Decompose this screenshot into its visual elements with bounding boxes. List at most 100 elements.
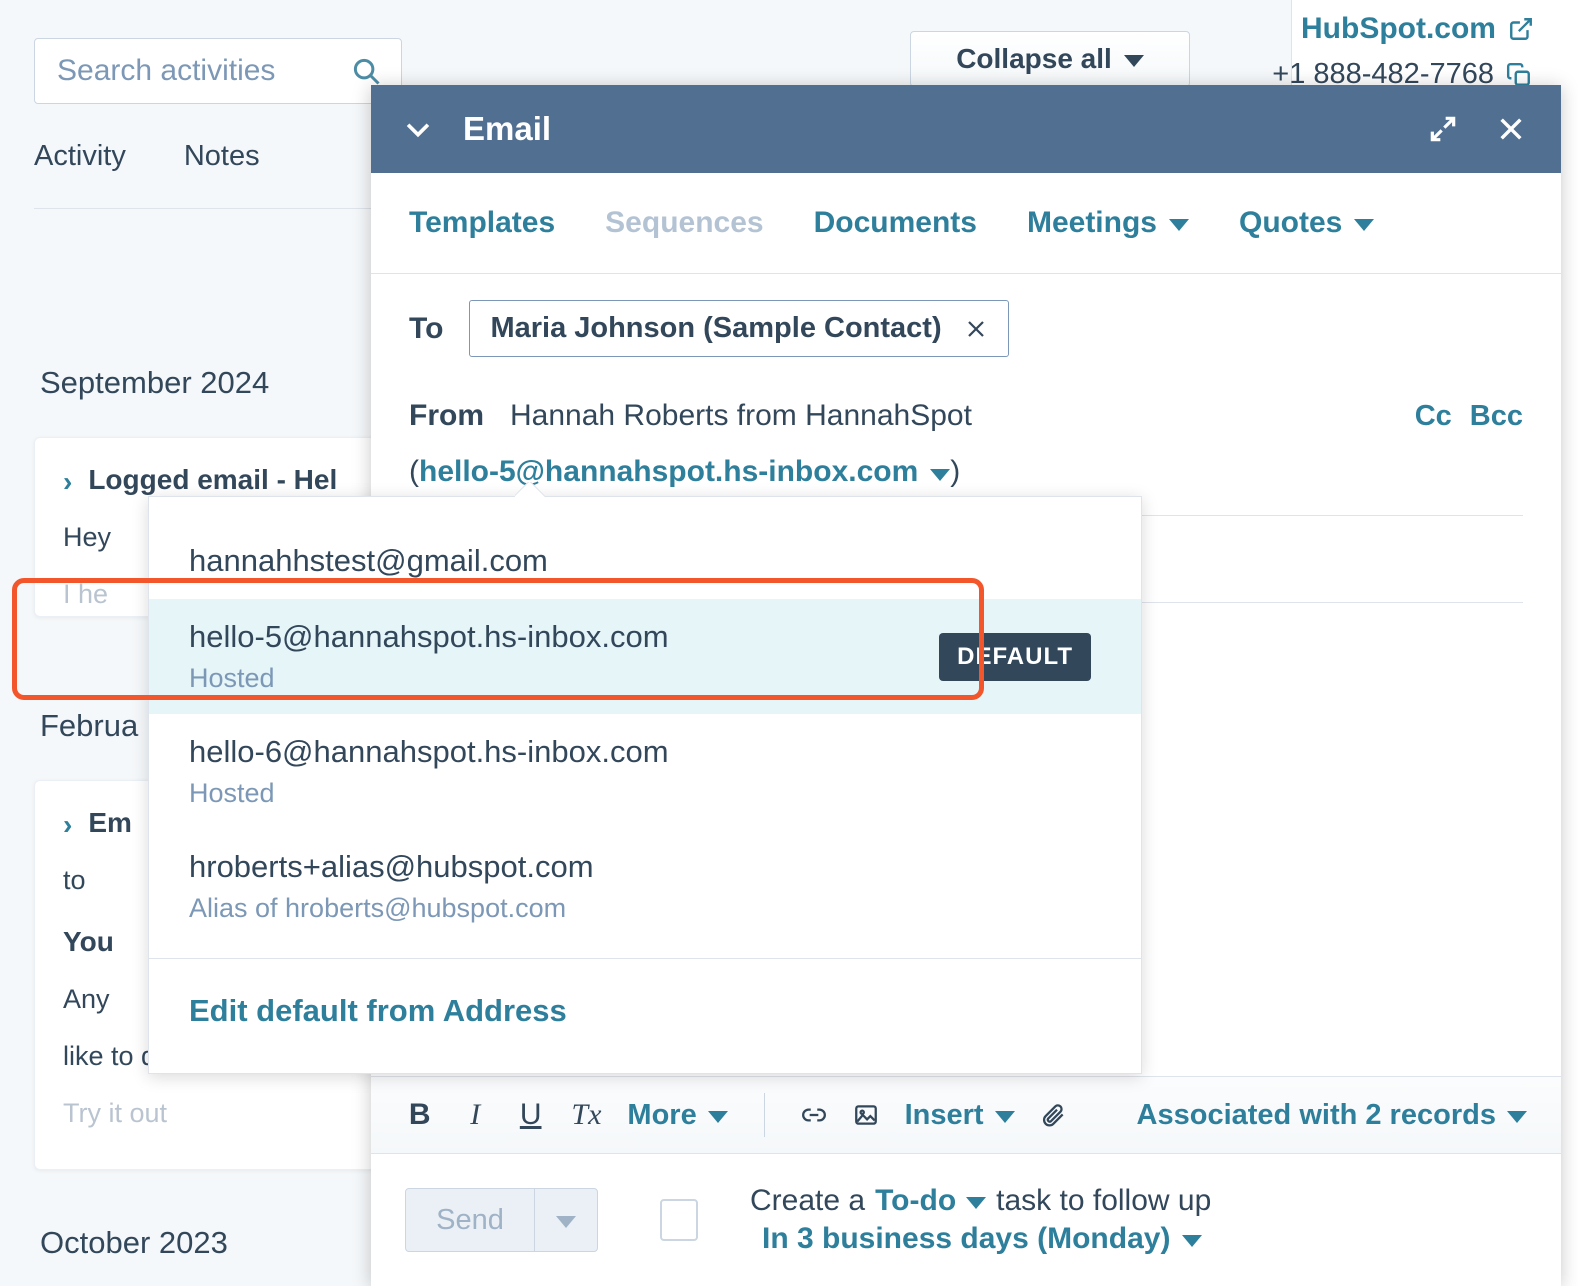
send-button[interactable]: Send	[406, 1189, 535, 1251]
timeline-month-header: Februa	[40, 708, 139, 743]
composer-tool-tabs[interactable]: Templates Sequences Documents Meetings Q…	[371, 173, 1561, 274]
tool-sequences-label: Sequences	[605, 206, 764, 239]
from-address-option-email: hroberts+alias@hubspot.com	[189, 849, 594, 884]
timeline-entry-title: Logged email - Hel	[88, 464, 338, 495]
followup-type-button[interactable]: To-do	[875, 1184, 956, 1218]
default-badge: DEFAULT	[939, 632, 1091, 681]
tool-quotes[interactable]: Quotes	[1238, 206, 1375, 240]
editor-format-toolbar[interactable]: B I U Tx More Insert Associated with 2 r…	[371, 1076, 1561, 1153]
collapse-all-button[interactable]: Collapse all	[910, 31, 1190, 87]
associated-records-label: Associated with 2 records	[1136, 1098, 1496, 1131]
from-field-label: From	[409, 399, 484, 432]
external-link-icon	[1510, 18, 1532, 40]
bold-button[interactable]: B	[405, 1098, 434, 1132]
chevron-down-icon	[1123, 55, 1144, 67]
recipient-chip[interactable]: Maria Johnson (Sample Contact)	[469, 300, 1009, 357]
composer-title: Email	[463, 110, 552, 147]
cc-bcc-group[interactable]: Cc Bcc	[1415, 400, 1523, 433]
close-paren: )	[950, 455, 961, 488]
tool-documents-label: Documents	[813, 206, 977, 239]
copy-icon[interactable]	[1506, 62, 1532, 88]
followup-task-checkbox[interactable]	[660, 1199, 698, 1241]
timeline-entry-title: Em	[88, 807, 132, 838]
followup-task-text: Create a To-do task to follow up In 3 bu…	[750, 1184, 1211, 1256]
from-address-option-subtitle: Hosted	[189, 778, 275, 808]
from-address-option[interactable]: hello-6@hannahspot.hs-inbox.com Hosted	[149, 714, 1141, 829]
to-field-row[interactable]: To Maria Johnson (Sample Contact)	[409, 274, 1523, 373]
from-address-option-text: hannahhstest@gmail.com	[189, 543, 1101, 579]
search-icon	[353, 58, 380, 85]
from-address-option[interactable]: hroberts+alias@hubspot.com Alias of hrob…	[149, 829, 1141, 944]
send-button-group[interactable]: Send	[405, 1188, 598, 1252]
to-field-label: To	[409, 311, 444, 345]
paperclip-icon[interactable]	[1041, 1100, 1067, 1130]
tool-sequences[interactable]: Sequences	[605, 206, 763, 240]
insert-label: Insert	[904, 1098, 984, 1131]
dropdown-caret-icon	[515, 482, 545, 497]
hubspot-website-label: HubSpot.com	[1301, 12, 1496, 45]
more-format-button[interactable]: More	[627, 1098, 728, 1132]
tool-documents[interactable]: Documents	[814, 206, 977, 240]
from-address-option-text: hello-6@hannahspot.hs-inbox.com Hosted	[189, 734, 1101, 809]
activity-tabs[interactable]: Activity Notes	[34, 140, 260, 189]
timeline-entry-line: Try it out	[63, 1098, 168, 1128]
followup-due-label: In 3 business days (Monday)	[762, 1222, 1171, 1255]
close-icon[interactable]	[1495, 113, 1527, 145]
from-address-dropdown[interactable]: hannahhstest@gmail.com hello-5@hannahspo…	[148, 496, 1142, 1074]
cc-button[interactable]: Cc	[1415, 400, 1452, 433]
from-address-option-subtitle: Hosted	[189, 663, 275, 693]
composer-send-bar: Send Create a To-do task to follow up In…	[371, 1153, 1561, 1286]
followup-suffix: task to follow up	[996, 1184, 1212, 1217]
link-icon[interactable]	[801, 1100, 827, 1130]
from-address-option-selected[interactable]: hello-5@hannahspot.hs-inbox.com Hosted D…	[149, 599, 1141, 714]
hubspot-website-link[interactable]: HubSpot.com	[1301, 12, 1534, 46]
tool-meetings[interactable]: Meetings	[1027, 206, 1189, 240]
tab-notes[interactable]: Notes	[184, 140, 260, 189]
tool-meetings-label: Meetings	[1026, 206, 1157, 239]
chevron-down-icon	[1506, 1111, 1527, 1123]
chevron-down-icon[interactable]	[930, 469, 951, 481]
associated-records-button[interactable]: Associated with 2 records	[1137, 1099, 1527, 1132]
chevron-down-icon[interactable]	[966, 1197, 987, 1209]
from-field-row: From Hannah Roberts from HannahSpot Cc B…	[409, 373, 1523, 433]
timeline-month-header: September 2024	[40, 365, 270, 400]
insert-button[interactable]: Insert	[905, 1099, 1015, 1132]
tool-templates[interactable]: Templates	[409, 206, 555, 240]
chevron-down-icon	[1182, 1235, 1203, 1247]
from-address-option-email: hello-5@hannahspot.hs-inbox.com	[189, 619, 669, 654]
from-address-option[interactable]: hannahhstest@gmail.com	[149, 523, 1141, 599]
bcc-button[interactable]: Bcc	[1470, 400, 1523, 433]
collapse-all-label: Collapse all	[956, 43, 1112, 74]
tab-underline-divider	[34, 208, 384, 209]
search-activities-box[interactable]	[34, 38, 402, 104]
composer-header-bar: Email	[371, 85, 1561, 173]
underline-button[interactable]: U	[516, 1098, 545, 1132]
tool-quotes-label: Quotes	[1238, 206, 1343, 239]
send-options-button[interactable]	[535, 1189, 597, 1251]
from-address-selector[interactable]: ( hello-5@hannahspot.hs-inbox.com )	[409, 433, 1523, 489]
expand-icon[interactable]	[1427, 113, 1459, 145]
recipient-chip-label: Maria Johnson (Sample Contact)	[490, 312, 942, 344]
followup-line-1: Create a To-do task to follow up	[750, 1184, 1211, 1218]
from-address-option-email: hello-6@hannahspot.hs-inbox.com	[189, 734, 669, 769]
timeline-entry-header[interactable]: › Logged email - Hel	[63, 464, 357, 496]
from-address-option-subtitle: Alias of hroberts@hubspot.com	[189, 893, 567, 923]
chevron-right-icon[interactable]: ›	[63, 811, 72, 839]
clear-formatting-button[interactable]: Tx	[571, 1098, 601, 1132]
from-sender-name: Hannah Roberts from HannahSpot	[510, 399, 972, 432]
from-address-option-email: hannahhstest@gmail.com	[189, 543, 548, 578]
followup-due-button[interactable]: In 3 business days (Monday)	[762, 1222, 1211, 1256]
edit-default-from-address-link[interactable]: Edit default from Address	[149, 959, 1141, 1073]
image-icon[interactable]	[853, 1100, 879, 1130]
toolbar-divider	[763, 1093, 765, 1137]
more-format-label: More	[627, 1098, 697, 1131]
from-address-option-text: hello-5@hannahspot.hs-inbox.com Hosted	[189, 619, 939, 694]
chevron-down-icon	[1168, 219, 1189, 231]
chevron-right-icon[interactable]: ›	[63, 468, 72, 496]
search-input[interactable]	[55, 53, 351, 89]
timeline-month-header: October 2023	[40, 1225, 228, 1260]
italic-button[interactable]: I	[460, 1098, 489, 1132]
tab-activity[interactable]: Activity	[34, 140, 126, 189]
chevron-down-icon[interactable]	[401, 112, 435, 146]
close-icon[interactable]	[964, 317, 988, 341]
